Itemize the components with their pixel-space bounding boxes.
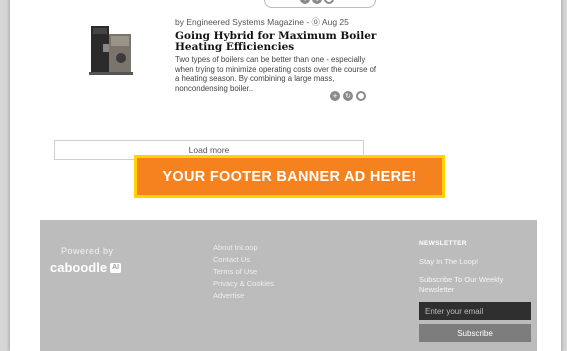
- footer-link-privacy[interactable]: Privacy & Cookies: [213, 278, 274, 290]
- article-actions: + ↻: [330, 91, 366, 101]
- share-circle-icon[interactable]: ↻: [343, 91, 353, 101]
- newsletter-section: NEWSLETTER Stay In The Loop! Subscribe T…: [419, 240, 531, 342]
- footer-link-contact[interactable]: Contact Us: [213, 254, 274, 266]
- footer-link-about[interactable]: About InLoop: [213, 242, 274, 254]
- footer-link-advertise[interactable]: Advertise: [213, 290, 274, 302]
- newsletter-heading: NEWSLETTER: [419, 240, 467, 247]
- powered-by-label: Powered by: [61, 246, 114, 256]
- footer-link-terms[interactable]: Terms of Use: [213, 266, 274, 278]
- article-excerpt: Two types of boilers can be better than …: [175, 55, 377, 93]
- plus-circle-icon[interactable]: +: [300, 0, 310, 4]
- site-footer: Powered by caboodle AI About InLoop Cont…: [40, 220, 537, 351]
- article-thumbnail[interactable]: [77, 20, 139, 80]
- article-meta: by Engineered Systems Magazine - ⓪ Aug 2…: [175, 17, 349, 27]
- newsletter-tagline: Stay In The Loop!: [419, 257, 479, 266]
- email-input[interactable]: [419, 302, 531, 320]
- brand-logo[interactable]: caboodle AI: [50, 260, 122, 275]
- plus-circle-icon[interactable]: +: [330, 91, 340, 101]
- article-title[interactable]: Going Hybrid for Maximum Boiler Heating …: [175, 31, 380, 53]
- footer-ad-banner[interactable]: YOUR FOOTER BANNER AD HERE!: [134, 155, 445, 198]
- subscribe-button[interactable]: Subscribe: [419, 324, 531, 342]
- top-action-icons: + ↻: [300, 0, 334, 4]
- ring-circle-icon[interactable]: [356, 91, 366, 101]
- newsletter-prompt: Subscribe To Our Weekly Newsletter: [419, 275, 504, 294]
- share-circle-icon[interactable]: ↻: [312, 0, 322, 4]
- ring-circle-icon[interactable]: [324, 0, 334, 4]
- content-panel: + ↻ by Engineered Systems Magazine - ⓪ A…: [9, 0, 562, 351]
- footer-links: About InLoop Contact Us Terms of Use Pri…: [213, 242, 274, 302]
- brand-badge: AI: [110, 262, 122, 273]
- brand-name: caboodle: [50, 260, 108, 275]
- article-card: by Engineered Systems Magazine - ⓪ Aug 2…: [175, 17, 380, 93]
